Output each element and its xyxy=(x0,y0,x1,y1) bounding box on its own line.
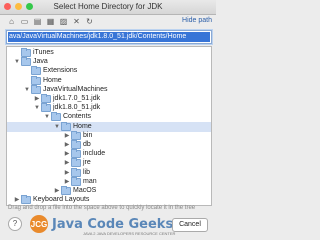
drag-drop-hint: Drag and drop a file into the space abov… xyxy=(8,205,196,211)
module-icon[interactable]: ▦ xyxy=(45,16,56,27)
folder-icon xyxy=(71,130,81,140)
folder-icon xyxy=(31,66,41,76)
desktop-icon[interactable]: ▭ xyxy=(19,16,30,27)
folder-icon xyxy=(31,84,41,94)
window-titlebar: Select Home Directory for JDK xyxy=(0,0,216,15)
folder-icon xyxy=(71,167,81,177)
watermark-subtitle: JAVA 2 JAVA DEVELOPERS RESOURCE CENTER xyxy=(83,231,176,236)
help-button[interactable]: ? xyxy=(8,217,22,231)
home-icon[interactable]: ⌂ xyxy=(6,16,17,27)
refresh-icon[interactable]: ↻ xyxy=(84,16,95,27)
folder-icon xyxy=(61,121,71,131)
folder-icon xyxy=(71,140,81,149)
watermark-text: Java Code Geeks xyxy=(52,216,174,232)
folder-icon xyxy=(21,195,31,205)
tree-item-label: Keyboard Layouts xyxy=(33,196,90,204)
new-folder-icon[interactable]: ▨ xyxy=(58,16,69,27)
window-title: Select Home Directory for JDK xyxy=(53,2,163,11)
folder-icon xyxy=(31,75,41,85)
tree-item[interactable]: ▶ Keyboard Layouts xyxy=(7,195,89,205)
file-tree[interactable]: iTunes ▼ Java Extensions Home ▼ JavaVirtualMac… xyxy=(6,46,212,206)
folder-icon xyxy=(51,112,61,122)
project-icon[interactable]: ▤ xyxy=(32,16,43,27)
toolbar: ⌂ ▭ ▤ ▦ ▨ ✕ ↻ Hide path xyxy=(0,15,216,29)
dialog-footer: ? JCG Java Code Geeks JAVA 2 JAVA DEVELO… xyxy=(0,213,216,240)
delete-icon[interactable]: ✕ xyxy=(71,16,82,27)
folder-icon xyxy=(71,158,81,168)
watermark: JCG Java Code Geeks JAVA 2 JAVA DEVELOPE… xyxy=(30,213,190,236)
hide-path-link[interactable]: Hide path xyxy=(182,17,212,24)
path-input[interactable]: ava/JavaVirtualMachines/jdk1.8.0_51.jdk/… xyxy=(6,30,212,44)
jcg-logo-icon: JCG xyxy=(30,215,48,233)
cancel-button[interactable]: Cancel xyxy=(172,218,208,232)
folder-icon xyxy=(41,94,51,103)
folder-icon xyxy=(71,149,81,159)
folder-icon xyxy=(71,176,81,186)
folder-icon xyxy=(61,186,71,195)
path-value: ava/JavaVirtualMachines/jdk1.8.0_51.jdk/… xyxy=(8,32,210,42)
folder-icon xyxy=(21,48,31,57)
chevron-right-icon[interactable]: ▶ xyxy=(13,195,21,205)
folder-icon xyxy=(21,57,31,67)
folder-icon xyxy=(41,103,51,113)
